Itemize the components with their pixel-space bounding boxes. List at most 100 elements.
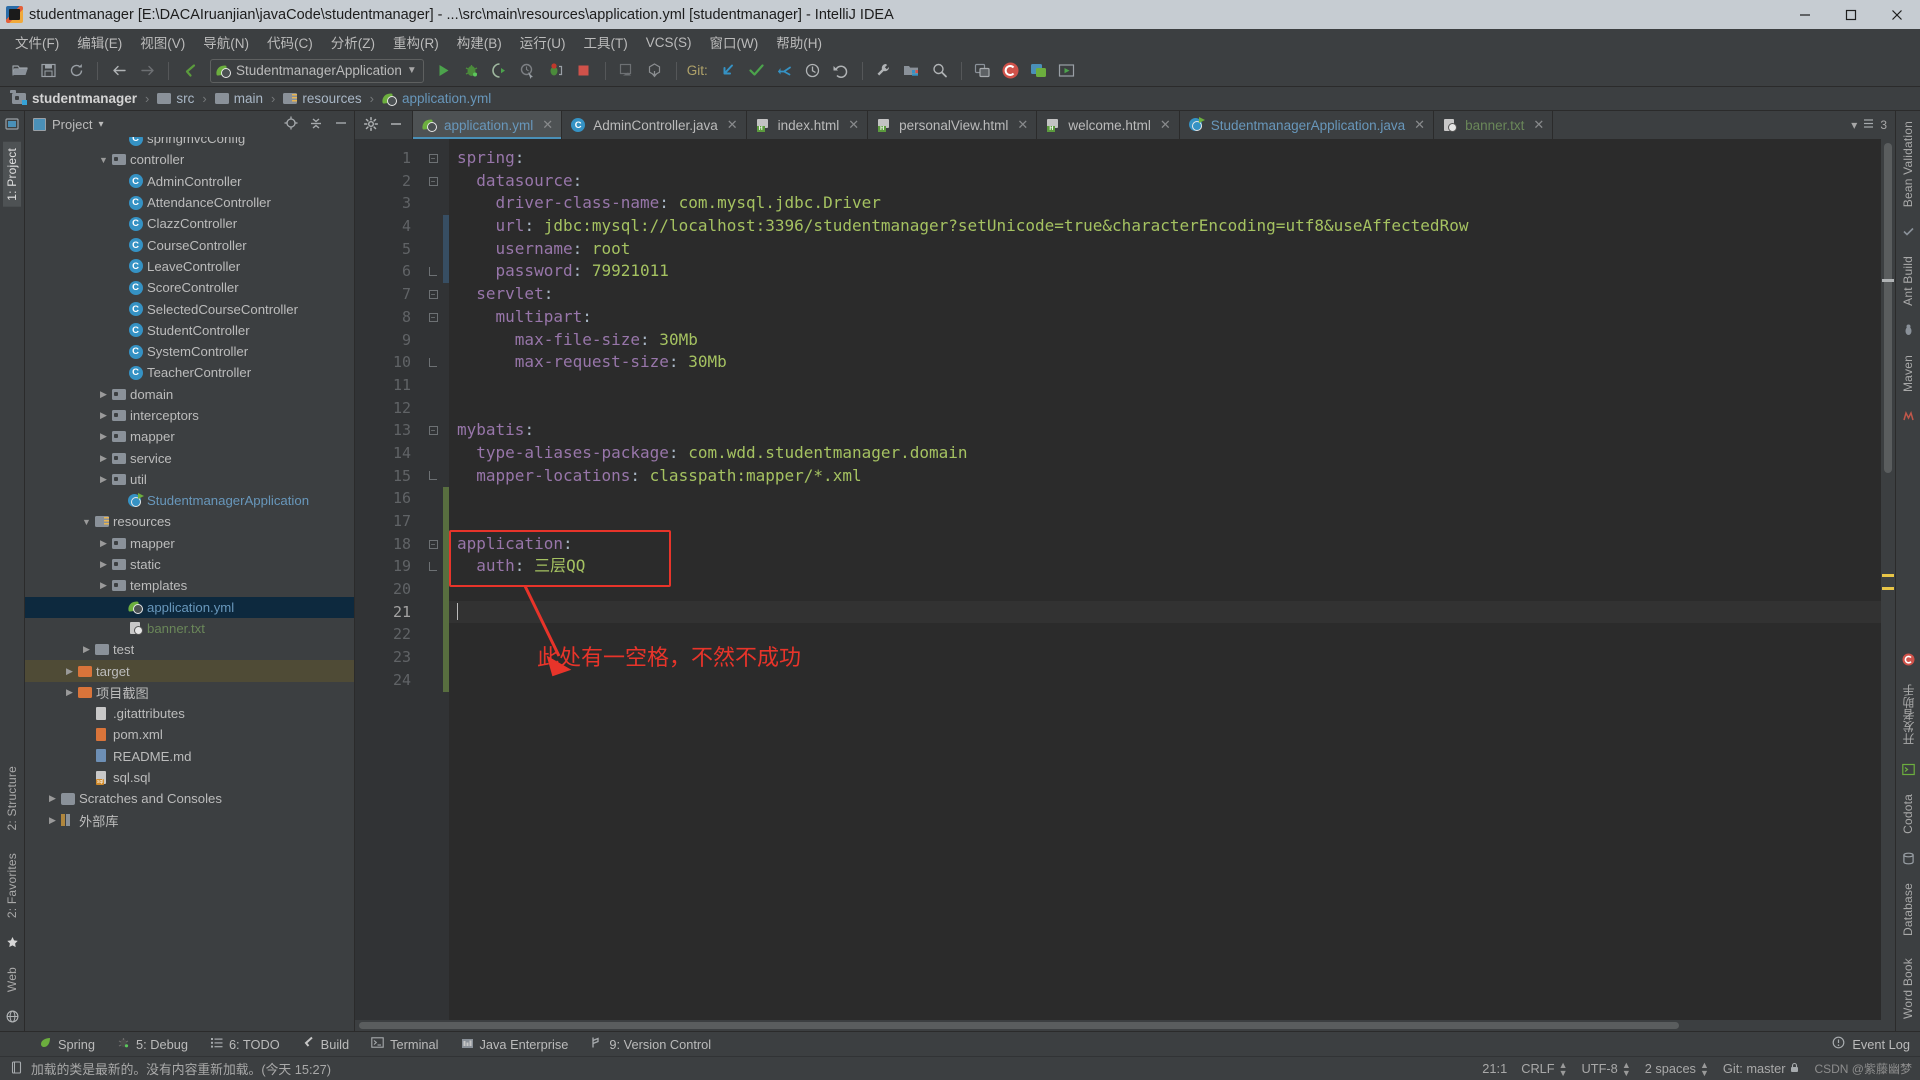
tree-item-attendancecontroller[interactable]: C AttendanceController <box>25 192 354 213</box>
chevron-right-icon[interactable]: ▶ <box>46 793 59 804</box>
fold-toggle-icon[interactable]: − <box>423 170 443 193</box>
code-line-18[interactable]: application: <box>449 533 1881 556</box>
sidebar-tab-chinese-helper[interactable]: 开发者助手 <box>1898 678 1919 751</box>
code-line-19[interactable]: auth: 三层QQ <box>449 555 1881 578</box>
code-line-11[interactable] <box>449 374 1881 397</box>
chevron-right-icon[interactable]: ▶ <box>97 474 110 485</box>
git-push-icon[interactable] <box>772 58 798 84</box>
tool-window-todo[interactable]: 6: TODO <box>199 1033 291 1055</box>
navigate-forward-icon[interactable] <box>134 58 160 84</box>
chevron-down-icon[interactable]: ▾ <box>98 119 103 130</box>
maximize-button[interactable] <box>1828 0 1874 29</box>
tree-item-leavecontroller[interactable]: C LeaveController <box>25 256 354 277</box>
code-line-14[interactable]: type-aliases-package: com.wdd.studentman… <box>449 442 1881 465</box>
tree-item-service[interactable]: ▶ service <box>25 447 354 468</box>
tree-item-test[interactable]: ▶ test <box>25 639 354 660</box>
build-artifact-icon[interactable] <box>642 58 668 84</box>
update-project-icon[interactable] <box>614 58 640 84</box>
git-commit-icon[interactable] <box>744 58 770 84</box>
tree-item-studentcontroller[interactable]: C StudentController <box>25 320 354 341</box>
sidebar-tab-ant-build[interactable]: Ant Build <box>1899 250 1917 312</box>
scroll-from-source-icon[interactable] <box>284 116 298 133</box>
settings-wrench-icon[interactable] <box>871 58 897 84</box>
help-assistant-icon[interactable] <box>1026 58 1052 84</box>
tree-item-resources[interactable]: ▼ resources <box>25 511 354 532</box>
code-line-4[interactable]: url: jdbc:mysql://localhost:3396/student… <box>449 215 1881 238</box>
tree-item-springmvcconfig[interactable]: CspringmvcConfig <box>25 137 354 149</box>
editor-tab-personalview-html[interactable]: personalView.html ✕ <box>868 111 1038 139</box>
editor-tab-admincontroller-java[interactable]: C AdminController.java ✕ <box>562 111 747 139</box>
project-toolwindow-icon[interactable] <box>4 115 21 132</box>
breadcrumb-item-main[interactable]: main <box>211 90 267 107</box>
menu-code[interactable]: 代码(C) <box>258 29 322 55</box>
close-icon[interactable]: ✕ <box>1414 117 1425 133</box>
tree-item--gitattributes[interactable]: .gitattributes <box>25 703 354 724</box>
chevron-right-icon[interactable]: ▶ <box>97 389 110 400</box>
event-log-group[interactable]: Event Log <box>1832 1036 1920 1052</box>
menu-help[interactable]: 帮助(H) <box>767 29 831 55</box>
horizontal-scrollbar-thumb[interactable] <box>359 1022 1679 1029</box>
code-line-15[interactable]: mapper-locations: classpath:mapper/*.xml <box>449 465 1881 488</box>
tree-item-admincontroller[interactable]: C AdminController <box>25 171 354 192</box>
tool-window-java-enterprise[interactable]: Java Enterprise <box>450 1033 580 1055</box>
debug-button[interactable] <box>459 58 485 84</box>
tree-item-target[interactable]: ▶ target <box>25 660 354 682</box>
code-line-16[interactable] <box>449 487 1881 510</box>
menu-build[interactable]: 构建(B) <box>448 29 511 55</box>
tool-window-terminal[interactable]: Terminal <box>360 1033 449 1055</box>
editor-tab-banner-txt[interactable]: banner.txt ✕ <box>1434 111 1554 139</box>
chevron-right-icon[interactable]: ▶ <box>97 538 110 549</box>
tree-item-controller[interactable]: ▼ controller <box>25 149 354 170</box>
code-line-21[interactable] <box>449 600 1881 624</box>
file-encoding[interactable]: UTF-8 ▲ ▼ <box>1582 1060 1631 1077</box>
code-line-7[interactable]: servlet: <box>449 283 1881 306</box>
git-history-icon[interactable] <box>800 58 826 84</box>
sidebar-tab-project[interactable]: 1: Project <box>3 142 21 207</box>
menu-vcs[interactable]: VCS(S) <box>637 32 701 53</box>
editor-horizontal-scrollbar[interactable] <box>355 1020 1895 1031</box>
tab-list-icon[interactable] <box>1863 118 1874 132</box>
terminal-green-icon[interactable] <box>1900 761 1917 778</box>
project-tree[interactable]: CspringmvcConfig ▼ controller C AdminControl… <box>25 137 354 1031</box>
editor-tab-application-yml[interactable]: application.yml ✕ <box>413 111 563 139</box>
run-with-coverage-button[interactable] <box>487 58 513 84</box>
ant-icon[interactable] <box>1900 322 1917 339</box>
close-icon[interactable]: ✕ <box>542 117 553 133</box>
tree-item-static[interactable]: ▶ static <box>25 554 354 575</box>
gear-icon[interactable] <box>363 116 379 134</box>
sidebar-tab-structure[interactable]: 2: Structure <box>3 760 21 836</box>
minimize-button[interactable] <box>1782 0 1828 29</box>
fold-toggle-icon[interactable]: − <box>423 306 443 329</box>
profiler-button[interactable] <box>515 58 541 84</box>
code-line-1[interactable]: spring: <box>449 147 1881 170</box>
git-branch-widget[interactable]: Git: master <box>1723 1061 1801 1076</box>
editor-tab-welcome-html[interactable]: welcome.html ✕ <box>1037 111 1180 139</box>
menu-navigate[interactable]: 导航(N) <box>194 29 258 55</box>
scrollbar-thumb[interactable] <box>1884 143 1892 473</box>
git-update-icon[interactable] <box>716 58 742 84</box>
tree-item-scratches-and-consoles[interactable]: ▶ Scratches and Consoles <box>25 788 354 809</box>
git-revert-icon[interactable] <box>828 58 854 84</box>
menu-analyze[interactable]: 分析(Z) <box>322 29 384 55</box>
tool-window-debug[interactable]: 5: Debug <box>106 1033 199 1055</box>
last-edit-location-icon[interactable] <box>177 58 203 84</box>
editor-tabs-overflow[interactable]: ▾ 3 <box>1843 111 1895 139</box>
sidebar-tab-codota[interactable]: Codota <box>1899 788 1917 840</box>
tree-item-外部库[interactable]: ▶ 外部库 <box>25 810 354 831</box>
fold-minus-icon[interactable]: − <box>428 539 438 549</box>
tree-item-项目截图[interactable]: ▶ 项目截图 <box>25 682 354 703</box>
tree-item-application-yml[interactable]: application.yml <box>25 596 354 618</box>
editor-tab-studentmanagerapplication-java[interactable]: StudentmanagerApplication.java ✕ <box>1180 111 1435 139</box>
tree-item-banner-txt[interactable]: banner.txt <box>25 618 354 639</box>
tree-item-studentmanagerapplication[interactable]: StudentmanagerApplication <box>25 490 354 511</box>
code-line-6[interactable]: password: 79921011 <box>449 260 1881 283</box>
tree-item-pom-xml[interactable]: pom.xml <box>25 724 354 745</box>
tree-item-sql-sql[interactable]: sql.sql <box>25 767 354 788</box>
code-line-13[interactable]: mybatis: <box>449 419 1881 442</box>
chevron-down-icon[interactable]: ▼ <box>97 155 110 165</box>
chevron-right-icon[interactable]: ▶ <box>46 815 59 826</box>
indent-setting[interactable]: 2 spaces ▲ ▼ <box>1645 1060 1709 1077</box>
search-everywhere-icon[interactable] <box>927 58 953 84</box>
tree-item-mapper[interactable]: ▶ mapper <box>25 533 354 554</box>
tree-item-util[interactable]: ▶ util <box>25 469 354 490</box>
